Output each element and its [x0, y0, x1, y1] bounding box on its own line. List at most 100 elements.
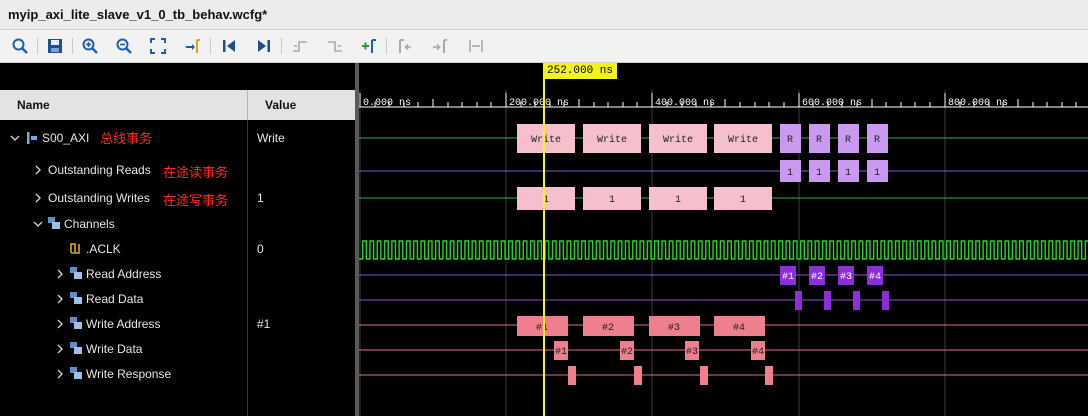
write-transaction-label: Write: [663, 134, 693, 146]
row-name-write-data[interactable]: Write Data: [86, 342, 142, 356]
signal-name-panel: Name Value S00_AXI 总线事务 Write Outstandin…: [0, 63, 356, 416]
read-data-beat[interactable]: [882, 291, 889, 310]
channel-group-icon: [70, 367, 82, 379]
row-value-aclk: 0: [257, 242, 264, 256]
read-transaction-label: R: [787, 135, 793, 146]
write-response-beat[interactable]: [765, 366, 773, 385]
read-address-label: #4: [869, 272, 881, 283]
write-data-label: #4: [752, 347, 764, 358]
name-column-label: Name: [17, 98, 50, 112]
ruler-label: 0.000 ns: [363, 98, 411, 109]
waveform-area[interactable]: 0.000 ns 200.000 ns 400.000 ns 600.000 n…: [359, 63, 1088, 416]
write-data-label: #3: [686, 347, 698, 358]
read-data-beat[interactable]: [824, 291, 831, 310]
previous-transition-icon[interactable]: [290, 36, 310, 56]
window-title: myip_axi_lite_slave_v1_0_tb_behav.wcfg*: [8, 7, 268, 22]
row-value-write-address: #1: [257, 317, 271, 331]
row-name-write-response[interactable]: Write Response: [86, 367, 171, 381]
aclk-clock-trace: [359, 240, 1088, 260]
row-name-aclk[interactable]: .ACLK: [86, 242, 121, 256]
write-address-label: #3: [668, 323, 680, 334]
chevron-right-icon[interactable]: [55, 319, 65, 329]
write-response-beat[interactable]: [634, 366, 642, 385]
zoom-fit-icon[interactable]: [148, 36, 168, 56]
window-title-bar: myip_axi_lite_slave_v1_0_tb_behav.wcfg*: [0, 0, 1088, 30]
add-marker-icon[interactable]: [359, 36, 379, 56]
ruler-label: 200.000 ns: [509, 98, 569, 109]
next-marker-icon[interactable]: [430, 36, 450, 56]
outstanding-read-label: 1: [816, 168, 822, 179]
value-column-label: Value: [265, 98, 297, 112]
chevron-right-icon[interactable]: [33, 165, 43, 175]
outstanding-read-label: 1: [845, 168, 851, 179]
ruler-label: 400.000 ns: [655, 98, 715, 109]
row-name-read-data[interactable]: Read Data: [86, 292, 143, 306]
row-name-read-address[interactable]: Read Address: [86, 267, 161, 281]
outstanding-write-label: 1: [609, 195, 615, 206]
outstanding-write-label: 1: [675, 195, 681, 206]
write-data-label: #2: [621, 347, 633, 358]
toolbar-separator: [386, 38, 387, 54]
write-response-beat[interactable]: [700, 366, 708, 385]
row-name-outstanding-reads[interactable]: Outstanding Reads: [48, 163, 151, 177]
row-value-s00-axi: Write: [257, 131, 285, 145]
annotation-outstanding-writes: 在途写事务: [163, 194, 229, 209]
go-to-time-zero-icon[interactable]: [219, 36, 239, 56]
chevron-right-icon[interactable]: [33, 193, 43, 203]
outstanding-read-label: 1: [787, 168, 793, 179]
go-to-cursor-icon[interactable]: [183, 36, 203, 56]
chevron-right-icon[interactable]: [55, 294, 65, 304]
read-transaction-label: R: [816, 135, 822, 146]
write-address-label: #4: [733, 323, 745, 334]
previous-marker-icon[interactable]: [395, 36, 415, 56]
annotation-bus-transaction: 总线事务: [100, 132, 153, 147]
go-to-last-time-icon[interactable]: [254, 36, 274, 56]
channel-group-icon: [70, 267, 82, 279]
row-name-write-address[interactable]: Write Address: [86, 317, 160, 331]
aclk-clock-waveform: [359, 240, 1088, 260]
row-name-s00-axi[interactable]: S00_AXI: [42, 131, 89, 145]
chevron-down-icon[interactable]: [33, 219, 43, 229]
toolbar-separator: [37, 38, 38, 54]
chevron-right-icon[interactable]: [55, 269, 65, 279]
chevron-down-icon[interactable]: [10, 133, 20, 143]
toolbar-separator: [72, 38, 73, 54]
toolbar-separator: [210, 38, 211, 54]
read-transaction-label: R: [874, 135, 880, 146]
write-transaction-label: Write: [728, 134, 758, 146]
zoom-out-icon[interactable]: [114, 36, 134, 56]
row-name-channels[interactable]: Channels: [64, 217, 115, 231]
channel-group-icon: [70, 342, 82, 354]
zoom-in-icon[interactable]: [80, 36, 100, 56]
channel-group-icon: [48, 217, 60, 229]
search-icon[interactable]: [10, 36, 30, 56]
write-response-beat[interactable]: [568, 366, 576, 385]
read-data-beat[interactable]: [853, 291, 860, 310]
column-divider: [247, 120, 248, 416]
value-column-header[interactable]: Value: [248, 90, 356, 120]
write-address-label: #1: [536, 323, 548, 334]
channel-group-icon: [70, 292, 82, 304]
write-address-label: #2: [602, 323, 614, 334]
row-name-outstanding-writes[interactable]: Outstanding Writes: [48, 191, 150, 205]
name-column-header[interactable]: Name: [0, 90, 248, 120]
swap-cursors-icon[interactable]: [466, 36, 486, 56]
clock-signal-icon: [70, 243, 80, 254]
save-icon[interactable]: [45, 36, 65, 56]
read-address-label: #1: [782, 272, 794, 283]
chevron-right-icon[interactable]: [55, 369, 65, 379]
outstanding-read-label: 1: [874, 168, 880, 179]
chevron-right-icon[interactable]: [55, 344, 65, 354]
read-address-label: #3: [840, 272, 852, 283]
read-address-label: #2: [811, 272, 823, 283]
ruler-label: 800.000 ns: [948, 98, 1008, 109]
toolbar-separator: [281, 38, 282, 54]
channel-group-icon: [70, 317, 82, 329]
row-value-outstanding-writes: 1: [257, 191, 264, 205]
cursor-time-label[interactable]: 252.000 ns: [543, 63, 618, 79]
read-data-beat[interactable]: [795, 291, 802, 310]
write-data-label: #1: [555, 347, 567, 358]
interface-icon: [27, 132, 37, 144]
next-transition-icon[interactable]: [325, 36, 345, 56]
write-transaction-label: Write: [531, 134, 561, 146]
